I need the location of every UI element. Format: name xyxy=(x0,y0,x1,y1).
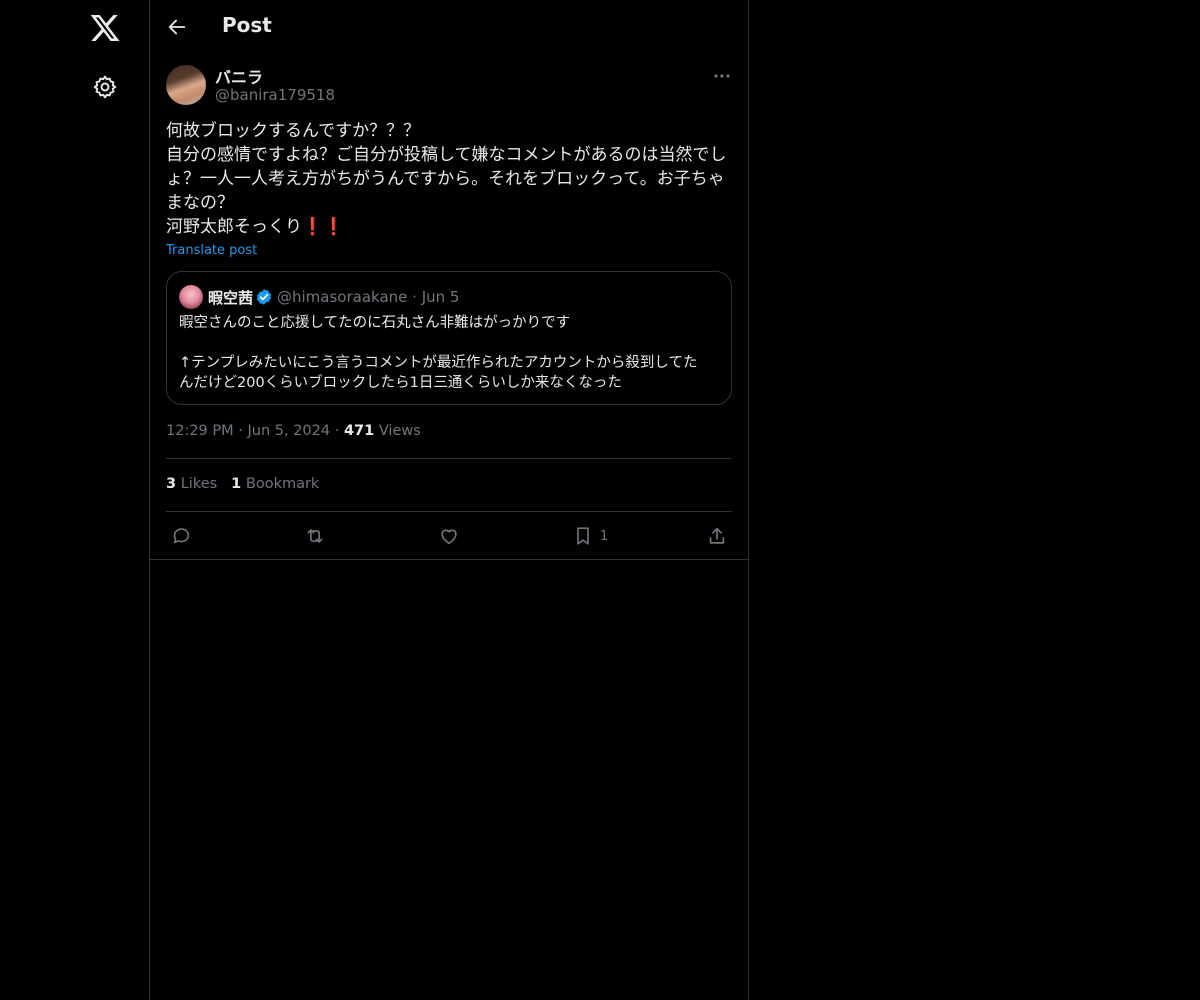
main-column: Post バニラ @banira179518 何故ブロックするんですか？？？ 自… xyxy=(149,0,749,1000)
quote-text-line: ↑テンプレみたいにこう言うコメントが最近作られたアカウントから殺到してた xyxy=(179,355,698,371)
x-logo-icon[interactable] xyxy=(89,12,121,44)
likes-count: 3 xyxy=(166,476,177,492)
author-handle[interactable]: @banira179518 xyxy=(215,86,335,104)
separator-dot: · xyxy=(238,423,243,439)
post-text-line: 何故ブロックするんですか？？？ xyxy=(166,121,421,141)
quote-text: 暇空さんのこと応援してたのに石丸さん非難はがっかりです ↑テンプレみたいにこう言… xyxy=(179,313,721,393)
share-button[interactable] xyxy=(706,524,728,548)
post-text-line: まなの？ xyxy=(166,193,234,213)
post-date[interactable]: Jun 5, 2024 xyxy=(247,423,330,439)
bookmarks-count: 1 xyxy=(231,476,242,492)
heart-icon xyxy=(441,529,457,545)
bookmark-icon xyxy=(577,527,589,545)
author-name[interactable]: バニラ xyxy=(215,64,263,88)
post-text-line: ょ？一人一人考え方がちがうんですから。それをブロックって。お子ちゃ xyxy=(166,169,725,189)
post-time[interactable]: 12:29 PM xyxy=(166,423,234,439)
views-count: 471 xyxy=(343,423,375,439)
post-text-last: 河野太郎そっくり xyxy=(166,217,302,237)
gear-icon[interactable] xyxy=(92,74,118,100)
post-text-line: 自分の感情ですよね？ご自分が投稿して嫌なコメントがあるのは当然でし xyxy=(166,145,727,165)
page-title: Post xyxy=(222,13,272,37)
quote-author-name: 暇空茜 xyxy=(208,289,254,307)
likes-stat[interactable]: 3 Likes xyxy=(166,476,217,492)
share-icon xyxy=(709,527,725,544)
like-button[interactable] xyxy=(438,524,460,548)
views-label: Views xyxy=(378,423,421,439)
quoted-post[interactable]: 暇空茜 @himasoraakane · Jun 5 暇空さんのこと応援してたの… xyxy=(166,271,732,405)
post-text: 何故ブロックするんですか？？？ 自分の感情ですよね？ご自分が投稿して嫌なコメント… xyxy=(166,119,732,239)
more-options-icon[interactable] xyxy=(712,66,732,86)
bookmark-button[interactable]: 1 xyxy=(572,524,608,548)
bookmarks-stat[interactable]: 1 Bookmark xyxy=(231,476,319,492)
translate-post-link[interactable]: Translate post xyxy=(166,243,257,258)
reply-icon xyxy=(173,528,190,544)
post-meta: 12:29 PM · Jun 5, 2024 · 471 Views xyxy=(166,423,421,439)
separator-dot: · xyxy=(334,423,340,439)
repost-icon xyxy=(307,529,323,543)
author-avatar[interactable] xyxy=(166,65,206,105)
divider xyxy=(150,559,748,560)
left-sidebar xyxy=(0,0,149,1000)
repost-button[interactable] xyxy=(304,524,326,548)
separator-dot: · xyxy=(412,288,417,306)
post-stats: 3 Likes 1 Bookmark xyxy=(166,476,319,492)
divider xyxy=(166,511,732,512)
quote-author-handle: @himasoraakane xyxy=(277,288,408,306)
reply-button[interactable] xyxy=(170,524,192,548)
likes-label: Likes xyxy=(180,476,218,492)
verified-badge-icon xyxy=(255,288,273,306)
quote-text-line: 暇空さんのこと応援してたのに石丸さん非難はがっかりです xyxy=(179,315,571,331)
post-text-line: 河野太郎そっくり❗❗ xyxy=(166,215,732,239)
divider xyxy=(166,458,732,459)
quote-text-line xyxy=(179,333,721,353)
page-header: Post xyxy=(150,0,748,54)
bookmarks-label: Bookmark xyxy=(245,476,320,492)
exclamation-emoji: ❗❗ xyxy=(302,217,345,237)
quote-text-line: んだけど200くらいブロックしたら1日三通くらいしか来なくなった xyxy=(179,375,622,391)
bookmark-count: 1 xyxy=(600,528,609,544)
arrow-left-icon[interactable] xyxy=(166,16,188,38)
quote-avatar[interactable] xyxy=(179,285,203,309)
quote-date: Jun 5 xyxy=(421,288,460,306)
quote-meta: @himasoraakane · Jun 5 xyxy=(277,288,459,306)
